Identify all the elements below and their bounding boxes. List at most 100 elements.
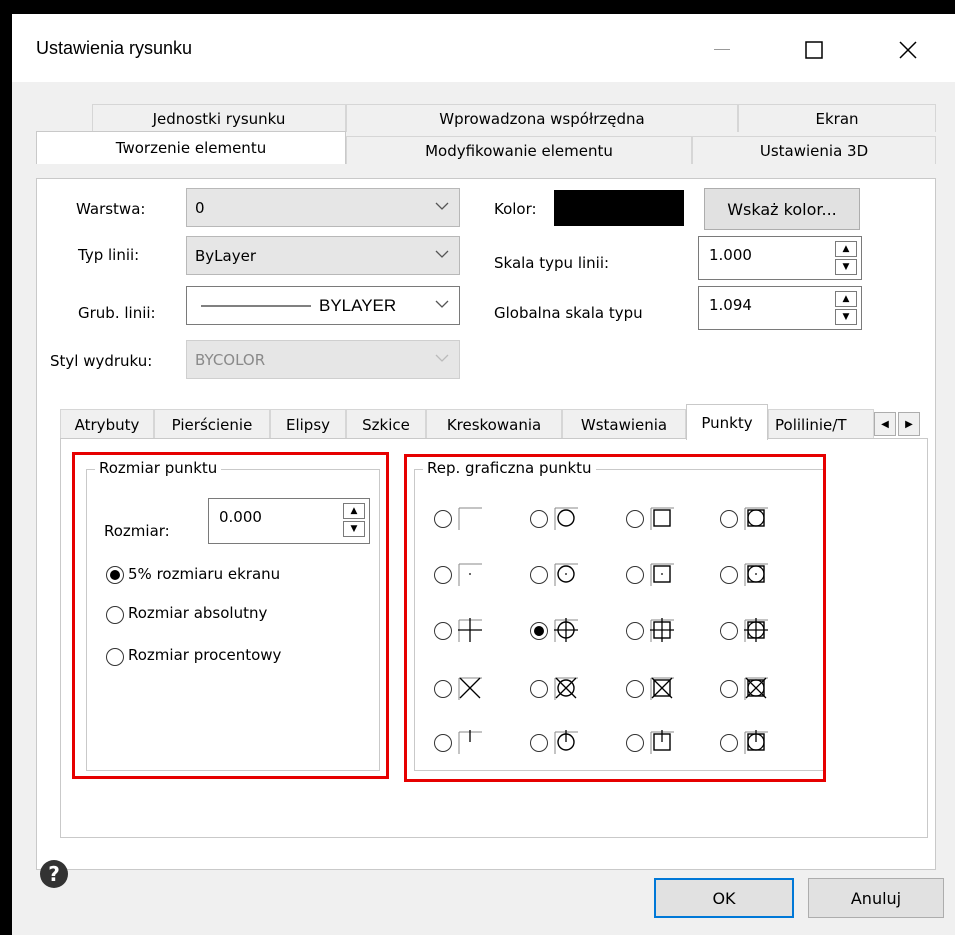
linetype-scale-label: Skala typu linii:: [494, 254, 610, 272]
point-style-icon[interactable]: [456, 728, 484, 760]
point-style-radio[interactable]: [626, 566, 644, 584]
point-style-radio[interactable]: [434, 680, 452, 698]
tab-label: Jednostki rysunku: [152, 109, 286, 128]
point-style-icon[interactable]: [456, 560, 484, 592]
subtab-scroller: ◀ ▶: [874, 412, 920, 436]
point-style-icon[interactable]: [552, 616, 580, 648]
line-sample-icon: [201, 305, 311, 306]
linetype-dropdown[interactable]: ByLayer: [186, 236, 460, 275]
subtab-punkty[interactable]: Punkty: [686, 404, 768, 440]
spin-down-icon[interactable]: ▼: [835, 259, 857, 275]
spin-down-icon[interactable]: ▼: [835, 309, 857, 325]
point-style-icon[interactable]: [456, 504, 484, 536]
tab-modyfikowanie[interactable]: Modyfikowanie elementu: [346, 136, 692, 164]
lineweight-label: Grub. linii:: [78, 304, 156, 322]
point-style-icon[interactable]: [648, 728, 676, 760]
point-style-icon[interactable]: [648, 560, 676, 592]
subtab-szkice[interactable]: Szkice: [346, 409, 426, 439]
cancel-button[interactable]: Anuluj: [808, 878, 944, 918]
lineweight-dropdown[interactable]: BYLAYER: [186, 286, 460, 325]
ok-button[interactable]: OK: [654, 878, 794, 918]
subtab-elipsy[interactable]: Elipsy: [270, 409, 346, 439]
window-title: Ustawienia rysunku: [36, 38, 193, 58]
point-style-radio[interactable]: [530, 680, 548, 698]
point-style-icon[interactable]: [648, 504, 676, 536]
subtab-kreskowania[interactable]: Kreskowania: [426, 409, 562, 439]
point-style-radio[interactable]: [434, 510, 452, 528]
tab-label: Ekran: [815, 109, 859, 128]
subtab-label: Pierścienie: [171, 415, 253, 434]
point-style-radio[interactable]: [720, 622, 738, 640]
lineweight-value: BYLAYER: [319, 295, 397, 315]
spin-arrows[interactable]: ▲ ▼: [835, 291, 857, 325]
subtab-polilinie[interactable]: Polilinie/T: [768, 409, 874, 439]
tab-wspolrzedna[interactable]: Wprowadzona współrzędna: [346, 104, 738, 132]
tab-label: Wprowadzona współrzędna: [439, 109, 645, 128]
point-style-radio[interactable]: [720, 734, 738, 752]
point-style-radio[interactable]: [626, 734, 644, 752]
plotstyle-dropdown[interactable]: BYCOLOR: [186, 340, 460, 379]
scroll-right-icon[interactable]: ▶: [898, 412, 920, 436]
subtab-pierscienie[interactable]: Pierścienie: [154, 409, 270, 439]
point-style-radio[interactable]: [434, 734, 452, 752]
title-bar: Ustawienia rysunku: [12, 14, 955, 82]
point-style-icon[interactable]: [742, 560, 770, 592]
point-style-icon[interactable]: [552, 728, 580, 760]
subtab-atrybuty[interactable]: Atrybuty: [60, 409, 154, 439]
spin-up-icon[interactable]: ▲: [835, 291, 857, 307]
point-style-icon[interactable]: [742, 674, 770, 706]
color-swatch[interactable]: [554, 190, 684, 226]
point-style-radio[interactable]: [530, 566, 548, 584]
choose-color-button[interactable]: Wskaż kolor...: [704, 188, 860, 230]
point-style-radio[interactable]: [530, 622, 548, 640]
chevron-down-icon: [435, 354, 449, 362]
spin-arrows[interactable]: ▲ ▼: [835, 241, 857, 275]
point-style-icon[interactable]: [456, 674, 484, 706]
point-style-radio[interactable]: [720, 510, 738, 528]
plotstyle-value: BYCOLOR: [195, 350, 266, 369]
point-style-icon[interactable]: [648, 616, 676, 648]
chevron-down-icon: [435, 202, 449, 210]
subtab-label: Wstawienia: [580, 415, 668, 434]
point-style-radio[interactable]: [530, 510, 548, 528]
subtab-label: Kreskowania: [446, 415, 542, 434]
point-style-radio[interactable]: [530, 734, 548, 752]
point-style-icon[interactable]: [742, 616, 770, 648]
point-style-icon[interactable]: [648, 674, 676, 706]
choose-color-label: Wskaż kolor...: [727, 199, 837, 219]
point-style-icon[interactable]: [742, 504, 770, 536]
chevron-down-icon: [435, 250, 449, 258]
tab-tworzenie[interactable]: Tworzenie elementu: [36, 131, 346, 164]
close-button[interactable]: [878, 28, 938, 72]
point-style-radio[interactable]: [434, 622, 452, 640]
layer-dropdown[interactable]: 0: [186, 188, 460, 227]
point-style-radio[interactable]: [720, 680, 738, 698]
point-style-radio[interactable]: [434, 566, 452, 584]
point-style-icon[interactable]: [742, 728, 770, 760]
maximize-button[interactable]: [784, 28, 844, 72]
tab-jednostki[interactable]: Jednostki rysunku: [92, 104, 346, 132]
subtab-wstawienia[interactable]: Wstawienia: [562, 409, 686, 439]
subtab-label: Punkty: [701, 413, 753, 432]
point-style-radio[interactable]: [626, 510, 644, 528]
point-style-icon[interactable]: [456, 616, 484, 648]
tab-label: Tworzenie elementu: [115, 139, 267, 157]
tab-ekran[interactable]: Ekran: [738, 104, 936, 132]
spin-up-icon[interactable]: ▲: [835, 241, 857, 257]
point-style-radio[interactable]: [626, 680, 644, 698]
linetype-scale-input[interactable]: 1.000 ▲ ▼: [698, 236, 862, 280]
global-scale-input[interactable]: 1.094 ▲ ▼: [698, 286, 862, 330]
point-style-icon[interactable]: [552, 504, 580, 536]
point-style-icon[interactable]: [552, 674, 580, 706]
point-style-radio[interactable]: [626, 622, 644, 640]
help-icon[interactable]: ?: [40, 860, 68, 888]
point-style-radio[interactable]: [720, 566, 738, 584]
scroll-left-icon[interactable]: ◀: [874, 412, 896, 436]
cancel-label: Anuluj: [850, 888, 902, 908]
point-style-icon[interactable]: [552, 560, 580, 592]
global-scale-label: Globalna skala typu: [494, 304, 643, 322]
dialog-window: Ustawienia rysunku Jednostki rysunku Wpr…: [12, 14, 955, 935]
tab-ustawienia-3d[interactable]: Ustawienia 3D: [692, 136, 936, 164]
tab-label: Modyfikowanie elementu: [425, 141, 613, 160]
minimize-button[interactable]: [692, 28, 752, 72]
